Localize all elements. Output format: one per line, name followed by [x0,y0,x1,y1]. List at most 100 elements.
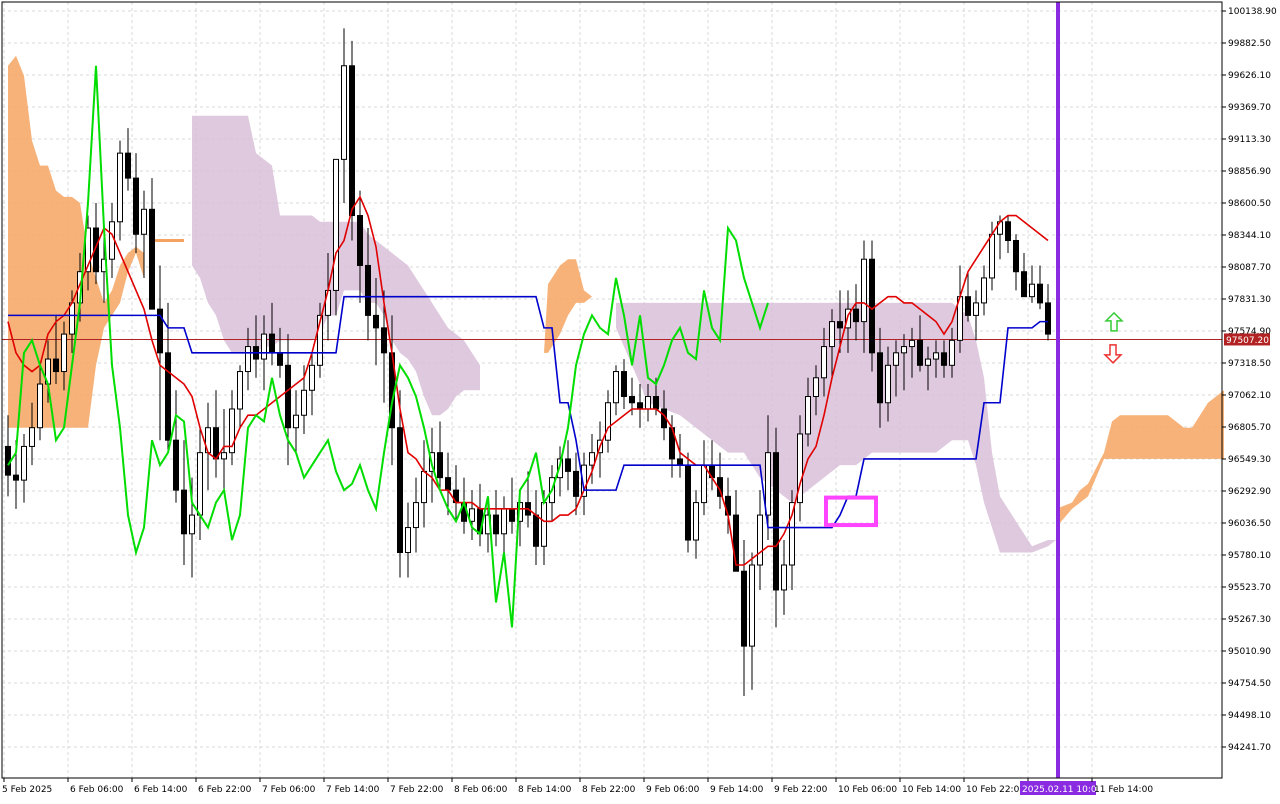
y-tick-label: 95780.10 [1228,551,1271,561]
highlight-time-label: 2025.02.11 10:00 [1022,785,1103,795]
candle-body-bear [53,358,59,373]
kumo-bearish-area-2 [616,302,1056,553]
y-tick-label: 97318.50 [1228,359,1271,369]
candle-body-bull [805,396,811,435]
y-tick-label: 97062.10 [1228,391,1271,401]
y-tick-label: 94498.10 [1228,711,1271,721]
candle-body-bull [413,502,419,529]
candle-body-bear [277,352,283,366]
x-tick-label: 9 Feb 06:00 [646,785,700,795]
candle [1021,252,1027,298]
current-price-label: 97507.20 [1226,336,1269,346]
candle-body-bear [853,308,859,323]
candle-body-bull [701,464,707,504]
x-tick-label: 10 Feb 22:00 [966,785,1025,795]
y-tick-label: 95523.70 [1228,583,1271,593]
candle-body-bull [781,564,787,591]
x-tick-label: 8 Feb 14:00 [518,785,572,795]
candle-body-bull [37,383,43,429]
candle-body-bull [605,402,611,441]
candle [413,477,419,553]
candle [717,452,723,509]
kumo-bullish-area [8,55,144,428]
candle-body-bear [365,264,371,316]
candle-body-bear [637,402,643,410]
x-tick-label: 6 Feb 06:00 [70,785,124,795]
plot-frame [1,1,1223,779]
candle-body-bull [109,221,115,260]
candle [117,140,123,241]
candle-body-bull [29,427,35,447]
candle-body-bear [133,177,139,235]
candle-body-bear [381,327,387,354]
candle-body-bull [949,339,955,366]
candle-body-bear [509,508,515,522]
candle-body-bull [341,65,347,160]
candle [701,440,707,516]
candle-body-bear [1005,221,1011,242]
candle-body-bear [349,65,355,217]
candle-body-bear [685,464,691,541]
candle-body-bear [149,208,155,310]
candle [509,477,515,534]
candle [869,240,875,372]
candle-body-bear [173,439,179,491]
candle-body-bull [813,377,819,398]
candle [685,452,691,553]
candle-body-bear [917,339,923,366]
candle [341,28,347,204]
candle [693,490,699,559]
candle [605,390,611,453]
candle-body-bear [877,352,883,404]
y-tick-label: 99882.50 [1228,39,1271,49]
x-tick-label: 6 Feb 22:00 [198,785,252,795]
candle-body-bull [1029,283,1035,298]
axes [1,1,1223,779]
candle-body-bull [69,302,75,335]
candle [437,421,443,491]
candle-body-bear [1037,283,1043,304]
candle [157,265,163,441]
candle-body-bull [237,371,243,410]
candle-body-bear [493,514,499,535]
candle-body-bull [261,333,267,360]
candle [781,540,787,615]
x-tick-label: 10 Feb 14:00 [902,785,961,795]
candle-body-bear [285,364,291,429]
candle [1005,215,1011,253]
candle [1045,284,1051,341]
candle-body-bear [357,215,363,266]
x-tick-label: 11 Feb 14:00 [1094,785,1153,795]
candle-body-bear [533,514,539,547]
candle [125,128,131,191]
chart-canvas: 100138.90 99882.50 99626.10 99369.70 99113.3… [1,1,1277,795]
candle-body-bear [181,489,187,535]
candle-body-bear [565,458,571,472]
candle-body-bull [61,333,67,373]
y-tick-label: 99626.10 [1228,71,1271,81]
candle [173,390,179,503]
candle [309,352,315,416]
candle-body-bear [1045,302,1051,335]
candles [5,28,1051,697]
y-tick-label: 95267.30 [1228,615,1271,625]
y-tick-label: 99113.30 [1228,135,1271,145]
candle-body-bull [245,346,251,373]
x-axis-ticks: 5 Feb 2025 6 Feb 06:00 6 Feb 14:00 6 Feb 22… [2,778,1153,795]
candle-body-bear [1013,240,1019,273]
candle-body-bull [693,502,699,541]
arrow-up-icon [1104,311,1124,332]
candle-body-bull [933,352,939,360]
kumo-bullish-area-3 [1056,390,1224,528]
candle-body-bull [829,321,835,348]
candle-body-bull [309,364,315,391]
arrow-down-shape [1103,344,1123,364]
kumo-bullish-area-2 [544,259,592,353]
candle [469,490,475,541]
candle-body-bull [757,514,763,566]
candle-body-bear [677,458,683,466]
candle-body-bull [189,514,195,535]
arrow-up-shape [1104,311,1124,332]
y-tick-label: 96805.70 [1228,423,1271,433]
candle [757,490,763,590]
